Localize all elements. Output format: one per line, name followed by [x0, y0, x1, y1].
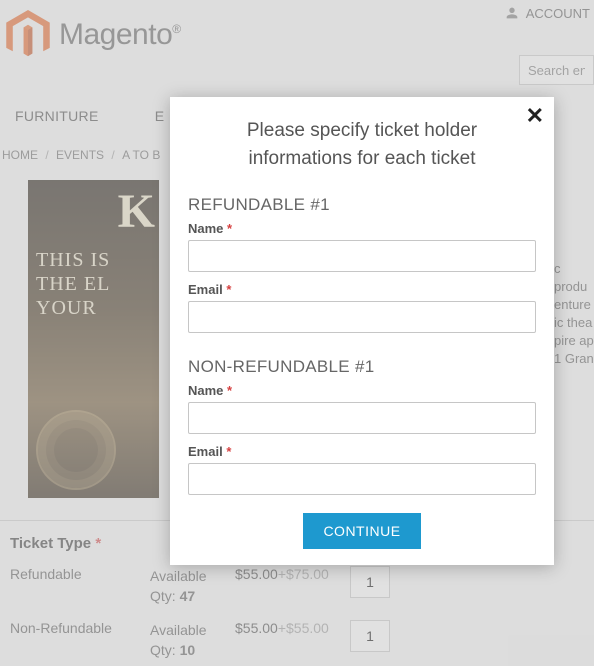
email-input[interactable] [188, 463, 536, 495]
nav-item-furniture[interactable]: FURNITURE [15, 108, 99, 124]
modal-title: Please specify ticket holder information… [218, 117, 506, 173]
logo-text: Magento® [59, 18, 181, 52]
product-image: K THIS IS THE EL YOUR [28, 180, 159, 498]
modal-section-title: NON-REFUNDABLE #1 [188, 357, 536, 377]
user-icon [504, 5, 520, 21]
account-link[interactable]: ACCOUNT [504, 5, 594, 21]
search-input[interactable] [519, 55, 594, 85]
image-tagline: THIS IS THE EL YOUR [36, 248, 110, 320]
ticket-option-price: $55.00+$75.00 [235, 566, 350, 582]
continue-button[interactable]: CONTINUE [303, 513, 420, 549]
breadcrumb-home[interactable]: HOME [2, 148, 38, 162]
modal-section-title: REFUNDABLE #1 [188, 195, 536, 215]
ticket-option-row: Non-Refundable Available Qty: 10 $55.00+… [10, 620, 584, 660]
breadcrumb: HOME / EVENTS / A TO B [0, 148, 162, 162]
ticket-option-name: Non-Refundable [10, 620, 150, 636]
ticket-qty-input[interactable] [350, 566, 390, 598]
image-letter: K [118, 184, 155, 239]
image-swirl [36, 410, 116, 490]
ticket-option-avail: Available Qty: 47 [150, 566, 235, 606]
ticket-qty-input[interactable] [350, 620, 390, 652]
ticket-holder-modal: ✕ Please specify ticket holder informati… [170, 97, 554, 565]
name-label: Name * [188, 221, 536, 236]
name-input[interactable] [188, 240, 536, 272]
account-label: ACCOUNT [526, 6, 590, 21]
email-input[interactable] [188, 301, 536, 333]
ticket-option-price: $55.00+$55.00 [235, 620, 350, 636]
ticket-option-row: Refundable Available Qty: 47 $55.00+$75.… [10, 566, 584, 606]
logo[interactable]: Magento® [3, 10, 181, 60]
magento-icon [3, 10, 53, 60]
search-box [519, 55, 594, 85]
email-label: Email * [188, 282, 536, 297]
email-label: Email * [188, 444, 536, 459]
nav-item-e[interactable]: E [155, 108, 165, 124]
breadcrumb-current: A TO B [122, 148, 160, 162]
name-input[interactable] [188, 402, 536, 434]
close-icon[interactable]: ✕ [526, 105, 544, 127]
breadcrumb-events[interactable]: EVENTS [56, 148, 104, 162]
ticket-option-name: Refundable [10, 566, 150, 582]
ticket-option-avail: Available Qty: 10 [150, 620, 235, 660]
product-description: c produ enture ic thea pire ap 1 Gran [554, 260, 594, 368]
name-label: Name * [188, 383, 536, 398]
